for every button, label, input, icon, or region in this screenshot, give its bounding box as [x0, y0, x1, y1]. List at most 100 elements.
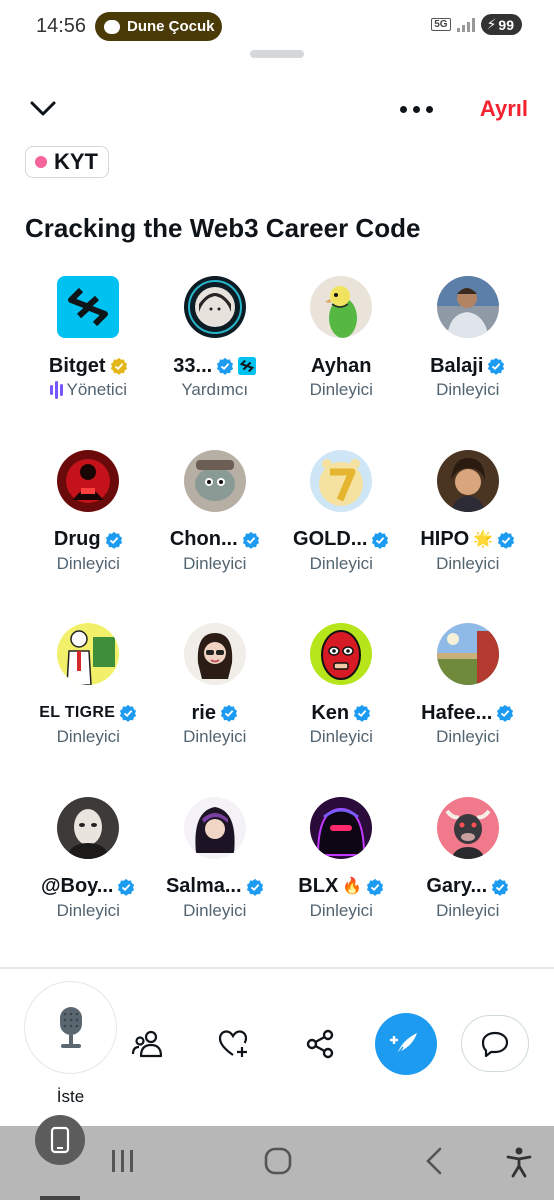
- avatar[interactable]: [57, 796, 120, 859]
- home-indicator: [40, 1196, 80, 1200]
- participant-cell[interactable]: Salma... Dinleyici: [152, 796, 279, 971]
- avatar[interactable]: [436, 623, 499, 685]
- space-title: Cracking the Web3 Career Code: [25, 213, 421, 243]
- back-icon[interactable]: [422, 1146, 446, 1176]
- participant-name: Ken: [311, 701, 350, 724]
- fire-emoji-icon: 🔥: [342, 877, 363, 895]
- avatar[interactable]: [57, 623, 120, 685]
- avatar[interactable]: [57, 276, 120, 338]
- verified-badge-icon: [367, 878, 384, 896]
- recent-apps-icon[interactable]: [110, 1146, 136, 1176]
- avatar-image: [57, 623, 120, 685]
- participant-cell[interactable]: @Boy... Dinleyici: [25, 796, 152, 971]
- avatar[interactable]: [436, 276, 499, 338]
- participant-cell[interactable]: Chon... Dinleyici: [152, 449, 279, 624]
- participant-role: Dinleyici: [309, 900, 373, 920]
- participant-cell[interactable]: 33... Yardımcı: [152, 276, 279, 450]
- accessibility-icon[interactable]: [505, 1146, 533, 1178]
- home-icon[interactable]: [263, 1146, 293, 1176]
- participant-name: @Boy...: [41, 875, 114, 897]
- participant-cell[interactable]: Gary... Dinleyici: [405, 796, 532, 971]
- compose-button[interactable]: [375, 1013, 437, 1075]
- participant-role: Dinleyici: [436, 553, 500, 573]
- participant-role: Dinleyici: [436, 727, 500, 746]
- participant-name: Balaji: [430, 354, 484, 377]
- participant-cell[interactable]: Drug Dinleyici: [25, 449, 152, 624]
- more-options-icon[interactable]: [400, 106, 433, 113]
- participant-cell[interactable]: HIPO 🌟 Dinleyici: [405, 449, 532, 624]
- participant-grid: Bitget Yönetici 33... Yardımcı Ayhan Din…: [25, 276, 531, 970]
- sheet-grabber[interactable]: [250, 50, 304, 58]
- avatar-image: [436, 623, 499, 685]
- avatar-image: [310, 276, 373, 338]
- participant-cell[interactable]: Bitget Yönetici: [25, 276, 152, 450]
- avatar[interactable]: [310, 623, 373, 685]
- participant-name: 33...: [173, 354, 213, 377]
- verified-badge-icon: [354, 704, 371, 722]
- signal-icon: [456, 17, 475, 32]
- microphone-icon: [59, 1006, 82, 1048]
- network-type: 5G: [431, 18, 451, 31]
- participant-cell[interactable]: Hafee... Dinleyici: [405, 623, 532, 797]
- chat-button[interactable]: [461, 1015, 529, 1072]
- participant-role: Dinleyici: [183, 727, 247, 746]
- avatar[interactable]: [183, 276, 246, 338]
- avatar[interactable]: [436, 796, 499, 859]
- phone-icon: [50, 1126, 70, 1154]
- participant-cell[interactable]: GOLD... Dinleyici: [278, 449, 405, 624]
- participant-cell[interactable]: Ayhan Dinleyici: [278, 276, 405, 450]
- participant-role: Dinleyici: [436, 380, 500, 399]
- speaking-indicator-icon: [49, 381, 63, 399]
- avatar[interactable]: [436, 449, 499, 512]
- participant-cell[interactable]: BLX 🔥 Dinleyici: [278, 796, 405, 971]
- battery-level: 99: [498, 16, 514, 33]
- avatar-image: [57, 449, 120, 512]
- participant-role: Dinleyici: [309, 553, 373, 573]
- chat-icon: [481, 1031, 509, 1057]
- avatar[interactable]: [310, 449, 373, 512]
- avatar[interactable]: [310, 796, 373, 859]
- clock: 14:56: [36, 15, 87, 37]
- avatar-image: [183, 449, 246, 512]
- avatar-image: [310, 449, 373, 512]
- avatar[interactable]: [57, 449, 120, 512]
- participant-role: Dinleyici: [183, 900, 247, 920]
- participant-name: Bitget: [48, 354, 106, 377]
- avatar[interactable]: [310, 276, 373, 338]
- avatar-image: [183, 623, 246, 685]
- floating-screen-button[interactable]: [35, 1115, 85, 1165]
- avatar-image: [310, 796, 373, 859]
- battery-indicator: ⚡ 99: [480, 14, 522, 35]
- participant-cell[interactable]: Ken Dinleyici: [278, 623, 405, 797]
- compose-icon: [390, 1033, 417, 1056]
- avatar[interactable]: [183, 449, 246, 512]
- participant-cell[interactable]: EL TIGRE Dinleyici: [25, 623, 152, 797]
- avatar[interactable]: [183, 796, 246, 859]
- people-icon[interactable]: [131, 1028, 163, 1060]
- participant-role: Dinleyici: [56, 553, 120, 573]
- ongoing-notification-pill[interactable]: Dune Çocuk: [95, 12, 222, 41]
- participant-name: rie: [191, 701, 216, 724]
- verified-badge-icon: [120, 704, 137, 722]
- participant-name: Gary...: [426, 875, 488, 897]
- verified-badge-icon: [372, 531, 389, 549]
- avatar-image: [183, 796, 246, 859]
- participant-name: Salma...: [165, 875, 242, 897]
- chevron-down-icon[interactable]: [28, 96, 58, 120]
- request-mic-button[interactable]: [24, 981, 117, 1074]
- verified-badge-icon: [217, 357, 234, 375]
- leave-button[interactable]: Ayrıl: [480, 96, 528, 122]
- verified-badge-icon: [118, 878, 135, 896]
- space-tag: KYT: [25, 146, 109, 178]
- verified-badge-icon: [246, 878, 263, 896]
- share-icon[interactable]: [304, 1028, 336, 1060]
- avatar-image: [310, 623, 373, 685]
- participant-name: Ayhan: [311, 354, 372, 377]
- heart-plus-icon[interactable]: [217, 1028, 249, 1060]
- participant-name: HIPO: [420, 528, 470, 550]
- participant-cell[interactable]: Balaji Dinleyici: [405, 276, 532, 450]
- avatar[interactable]: [183, 623, 246, 685]
- tag-dot-icon: [35, 156, 47, 168]
- verified-badge-icon: [105, 531, 122, 549]
- participant-cell[interactable]: rie Dinleyici: [152, 623, 279, 797]
